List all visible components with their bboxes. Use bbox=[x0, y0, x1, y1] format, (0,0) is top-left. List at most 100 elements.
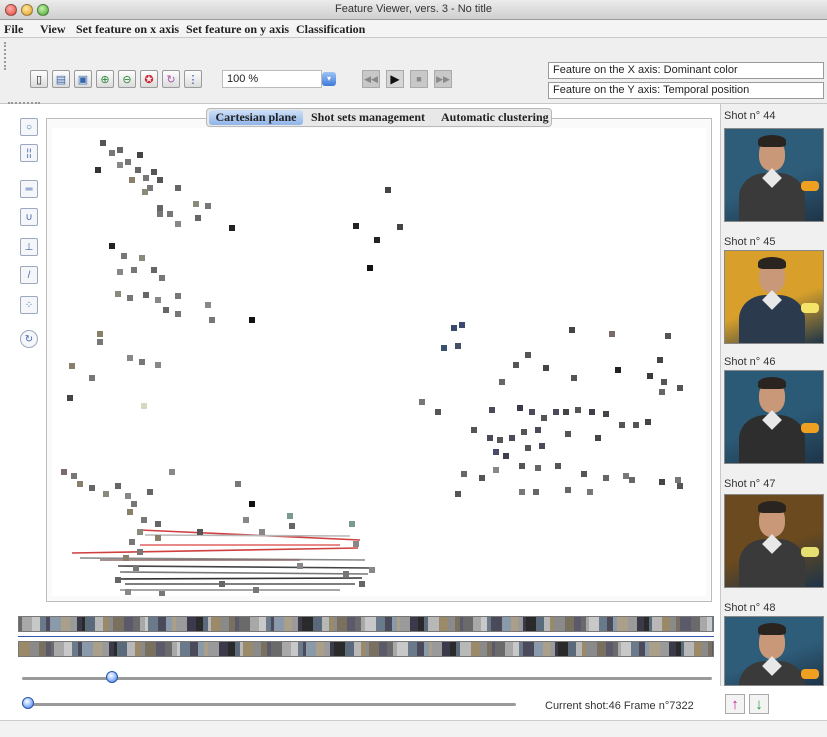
plot-point[interactable] bbox=[71, 473, 77, 479]
menu-view[interactable]: View bbox=[40, 22, 66, 37]
plot-point[interactable] bbox=[205, 203, 211, 209]
plot-point[interactable] bbox=[525, 352, 531, 358]
plot-point[interactable] bbox=[243, 517, 249, 523]
zoom-in-icon[interactable]: ⊕ bbox=[96, 70, 114, 88]
plot-point[interactable] bbox=[175, 311, 181, 317]
plot-point[interactable] bbox=[175, 185, 181, 191]
plot-point[interactable] bbox=[539, 443, 545, 449]
shot-thumbnail[interactable] bbox=[724, 370, 824, 464]
plot-point[interactable] bbox=[521, 429, 527, 435]
plot-point[interactable] bbox=[147, 489, 153, 495]
plot-point[interactable] bbox=[489, 407, 495, 413]
plot-point[interactable] bbox=[129, 539, 135, 545]
refresh-icon[interactable]: ↻ bbox=[162, 70, 180, 88]
plot-point[interactable] bbox=[100, 140, 106, 146]
plot-point[interactable] bbox=[117, 269, 123, 275]
plot-point[interactable] bbox=[487, 435, 493, 441]
plot-point[interactable] bbox=[455, 491, 461, 497]
plot-point[interactable] bbox=[587, 489, 593, 495]
shot-thumbnail[interactable] bbox=[724, 250, 824, 344]
plot-point[interactable] bbox=[157, 177, 163, 183]
plot-point[interactable] bbox=[647, 373, 653, 379]
plot-point[interactable] bbox=[137, 529, 143, 535]
tab-automatic-clustering[interactable]: Automatic clustering bbox=[439, 110, 551, 125]
plot-point[interactable] bbox=[499, 379, 505, 385]
plot-point[interactable] bbox=[677, 385, 683, 391]
plot-point[interactable] bbox=[253, 587, 259, 593]
cartesian-plot[interactable] bbox=[52, 128, 706, 597]
plot-point[interactable] bbox=[385, 187, 391, 193]
plot-point[interactable] bbox=[595, 435, 601, 441]
new-file-icon[interactable]: ▯ bbox=[30, 70, 48, 88]
plot-point[interactable] bbox=[139, 255, 145, 261]
plot-point[interactable] bbox=[287, 513, 293, 519]
plot-point[interactable] bbox=[155, 535, 161, 541]
plot-point[interactable] bbox=[61, 469, 67, 475]
color-timeline-strip[interactable] bbox=[18, 616, 714, 632]
plot-point[interactable] bbox=[609, 331, 615, 337]
plot-point[interactable] bbox=[143, 292, 149, 298]
plot-point[interactable] bbox=[497, 437, 503, 443]
plot-point[interactable] bbox=[197, 529, 203, 535]
plot-point[interactable] bbox=[125, 493, 131, 499]
plot-point[interactable] bbox=[541, 415, 547, 421]
plot-point[interactable] bbox=[603, 475, 609, 481]
plot-point[interactable] bbox=[67, 395, 73, 401]
circle-select-icon[interactable]: ○ bbox=[20, 118, 38, 136]
plot-point[interactable] bbox=[289, 523, 295, 529]
plot-point[interactable] bbox=[397, 224, 403, 230]
plot-point[interactable] bbox=[353, 223, 359, 229]
plot-point[interactable] bbox=[142, 189, 148, 195]
plot-point[interactable] bbox=[665, 333, 671, 339]
union-icon[interactable]: ∪ bbox=[20, 208, 38, 226]
plot-point[interactable] bbox=[151, 169, 157, 175]
menu-set-x[interactable]: Set feature on x axis bbox=[76, 22, 179, 37]
plot-point[interactable] bbox=[155, 362, 161, 368]
plot-point[interactable] bbox=[193, 201, 199, 207]
plot-point[interactable] bbox=[615, 367, 621, 373]
plot-point[interactable] bbox=[131, 267, 137, 273]
plot-point[interactable] bbox=[229, 225, 235, 231]
tab-shot-sets-management[interactable]: Shot sets management bbox=[309, 110, 427, 125]
stop-icon[interactable]: ■ bbox=[410, 70, 428, 88]
plot-point[interactable] bbox=[513, 362, 519, 368]
plot-point[interactable] bbox=[127, 355, 133, 361]
plot-point[interactable] bbox=[677, 483, 683, 489]
plot-point[interactable] bbox=[175, 293, 181, 299]
scatter-points-icon[interactable]: ⁘ bbox=[20, 296, 38, 314]
plot-point[interactable] bbox=[115, 291, 121, 297]
plot-point[interactable] bbox=[205, 302, 211, 308]
plot-point[interactable] bbox=[675, 477, 681, 483]
plot-point[interactable] bbox=[374, 237, 380, 243]
plot-point[interactable] bbox=[97, 331, 103, 337]
plot-point[interactable] bbox=[125, 589, 131, 595]
plot-point[interactable] bbox=[89, 485, 95, 491]
plot-point[interactable] bbox=[661, 379, 667, 385]
plot-point[interactable] bbox=[157, 205, 163, 211]
plot-point[interactable] bbox=[137, 549, 143, 555]
plot-point[interactable] bbox=[139, 359, 145, 365]
intersection-icon[interactable]: ⊥ bbox=[20, 238, 38, 256]
plot-point[interactable] bbox=[249, 501, 255, 507]
play-icon[interactable]: ▶ bbox=[386, 70, 404, 88]
plot-point[interactable] bbox=[121, 253, 127, 259]
shot-thumbnail[interactable] bbox=[724, 616, 824, 686]
plot-point[interactable] bbox=[459, 322, 465, 328]
open-folder-icon[interactable]: ▤ bbox=[52, 70, 70, 88]
plot-point[interactable] bbox=[137, 152, 143, 158]
plot-point[interactable] bbox=[519, 463, 525, 469]
plot-point[interactable] bbox=[493, 467, 499, 473]
plot-point[interactable] bbox=[529, 409, 535, 415]
lower-slider-knob[interactable] bbox=[22, 697, 34, 709]
upper-slider-track[interactable] bbox=[22, 677, 712, 680]
plot-point[interactable] bbox=[235, 481, 241, 487]
plot-point[interactable] bbox=[569, 327, 575, 333]
plot-point[interactable] bbox=[565, 487, 571, 493]
plot-point[interactable] bbox=[117, 162, 123, 168]
diagonal-icon[interactable]: / bbox=[20, 266, 38, 284]
zoom-select[interactable]: 100 % bbox=[222, 70, 322, 88]
plot-point[interactable] bbox=[525, 445, 531, 451]
plot-point[interactable] bbox=[657, 357, 663, 363]
plot-point[interactable] bbox=[69, 363, 75, 369]
plot-point[interactable] bbox=[479, 475, 485, 481]
